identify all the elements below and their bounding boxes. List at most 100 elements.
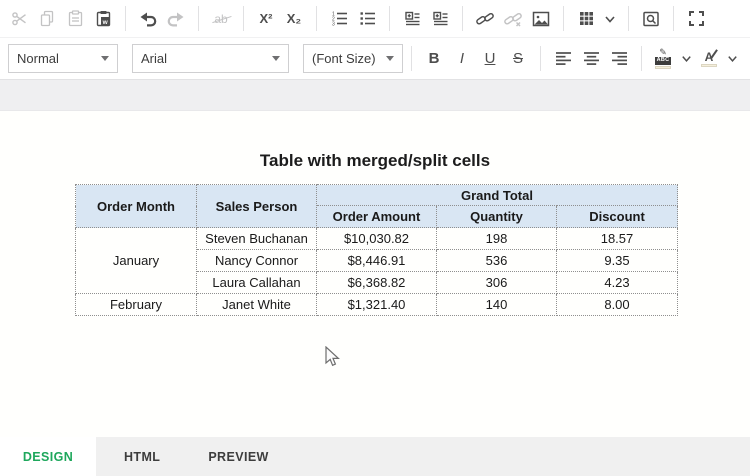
chevron-down-icon	[101, 56, 109, 61]
html-editor: w ab X² X₂	[0, 0, 750, 476]
undo-button[interactable]	[135, 4, 161, 34]
svg-text:3: 3	[332, 22, 335, 28]
align-center-icon	[582, 50, 601, 67]
undo-icon	[138, 9, 158, 29]
cell-discount[interactable]: 4.23	[557, 272, 678, 294]
cut-button[interactable]	[6, 4, 32, 34]
document-heading[interactable]: Table with merged/split cells	[0, 151, 750, 171]
font-color-menu-button[interactable]	[723, 44, 741, 74]
cut-icon	[10, 9, 29, 28]
editor-canvas[interactable]: Table with merged/split cells Order Mont…	[0, 111, 750, 437]
font-name-select[interactable]: Arial	[132, 44, 289, 73]
toolbar-main: w ab X² X₂	[0, 0, 750, 38]
tab-preview-label: PREVIEW	[208, 450, 268, 464]
unordered-list-button[interactable]	[354, 4, 380, 34]
cell-quantity[interactable]: 140	[437, 294, 557, 316]
align-left-icon	[554, 50, 573, 67]
align-left-button[interactable]	[550, 44, 576, 74]
table-row: February Janet White $1,321.40 140 8.00	[76, 294, 678, 316]
preview-button[interactable]	[638, 4, 664, 34]
copy-button[interactable]	[34, 4, 60, 34]
toolbar-separator	[125, 6, 126, 31]
font-color-button[interactable]: A	[696, 44, 722, 74]
align-center-button[interactable]	[578, 44, 604, 74]
tab-design-label: DESIGN	[23, 450, 73, 464]
ordered-list-button[interactable]: 1 2 3	[326, 4, 352, 34]
inactive-tabs-area: HTML PREVIEW	[96, 437, 750, 476]
header-grand-total[interactable]: Grand Total	[317, 185, 678, 206]
font-color-bar	[701, 64, 717, 67]
underline-button[interactable]: U	[477, 44, 503, 74]
cell-amount[interactable]: $10,030.82	[317, 228, 437, 250]
header-discount[interactable]: Discount	[557, 206, 678, 228]
indent-increase-button[interactable]	[427, 4, 453, 34]
table-menu-button[interactable]	[601, 4, 619, 34]
header-quantity[interactable]: Quantity	[437, 206, 557, 228]
header-order-month[interactable]: Order Month	[76, 185, 197, 228]
toolbar-separator	[628, 6, 629, 31]
subscript-button[interactable]: X₂	[281, 4, 307, 34]
align-right-button[interactable]	[606, 44, 632, 74]
cell-quantity[interactable]: 306	[437, 272, 557, 294]
bold-button[interactable]: B	[421, 44, 447, 74]
cell-amount[interactable]: $1,321.40	[317, 294, 437, 316]
toolbar-separator	[673, 6, 674, 31]
highlight-color-menu-button[interactable]	[677, 44, 695, 74]
paste-from-word-icon: w	[94, 9, 113, 28]
cell-amount[interactable]: $8,446.91	[317, 250, 437, 272]
image-button[interactable]	[528, 4, 554, 34]
font-size-select[interactable]: (Font Size)	[303, 44, 403, 73]
unlink-button[interactable]	[500, 4, 526, 34]
remove-format-button[interactable]: ab	[208, 4, 234, 34]
italic-icon: I	[460, 50, 464, 67]
italic-button[interactable]: I	[449, 44, 475, 74]
cell-person[interactable]: Steven Buchanan	[197, 228, 317, 250]
paragraph-style-select[interactable]: Normal	[8, 44, 118, 73]
font-name-value: Arial	[141, 51, 266, 66]
align-right-icon	[610, 50, 629, 67]
preview-icon	[641, 9, 661, 29]
toolbar-format: Normal Arial (Font Size) B I U S	[0, 38, 750, 80]
cell-person[interactable]: Laura Callahan	[197, 272, 317, 294]
link-button[interactable]	[472, 4, 498, 34]
cell-month[interactable]: January	[76, 228, 197, 294]
highlight-abc-label: ABC	[655, 57, 672, 65]
header-sales-person[interactable]: Sales Person	[197, 185, 317, 228]
fullscreen-icon	[687, 9, 706, 28]
toolbar-separator	[316, 6, 317, 31]
chevron-down-icon	[386, 56, 394, 61]
tab-design[interactable]: DESIGN	[0, 437, 96, 476]
cell-quantity[interactable]: 536	[437, 250, 557, 272]
redo-button[interactable]	[163, 4, 189, 34]
cell-month[interactable]: February	[76, 294, 197, 316]
table-header-row: Order Month Sales Person Grand Total	[76, 185, 678, 206]
highlight-color-bar	[655, 66, 671, 69]
paste-from-word-button[interactable]: w	[90, 4, 116, 34]
chevron-down-icon	[726, 52, 739, 65]
cell-quantity[interactable]: 198	[437, 228, 557, 250]
tab-html[interactable]: HTML	[100, 437, 184, 476]
highlight-color-button[interactable]: ✎ ABC	[650, 44, 676, 74]
cell-discount[interactable]: 9.35	[557, 250, 678, 272]
cell-discount[interactable]: 18.57	[557, 228, 678, 250]
cell-person[interactable]: Nancy Connor	[197, 250, 317, 272]
tab-preview[interactable]: PREVIEW	[184, 437, 292, 476]
indent-decrease-button[interactable]	[399, 4, 425, 34]
unordered-list-icon	[358, 9, 377, 28]
ordered-list-icon: 1 2 3	[330, 9, 349, 28]
toolbar-separator	[540, 46, 541, 71]
cell-discount[interactable]: 8.00	[557, 294, 678, 316]
cell-amount[interactable]: $6,368.82	[317, 272, 437, 294]
strikethrough-button[interactable]: S	[505, 44, 531, 74]
cell-person[interactable]: Janet White	[197, 294, 317, 316]
header-order-amount[interactable]: Order Amount	[317, 206, 437, 228]
fullscreen-button[interactable]	[683, 4, 709, 34]
toolbar-spacer-strip	[0, 80, 750, 111]
paste-button[interactable]	[62, 4, 88, 34]
bold-icon: B	[429, 50, 440, 67]
table-button[interactable]	[573, 4, 599, 34]
chevron-down-icon	[680, 52, 693, 65]
indent-decrease-icon	[403, 9, 422, 28]
font-color-a-label: A	[705, 51, 714, 63]
superscript-button[interactable]: X²	[253, 4, 279, 34]
